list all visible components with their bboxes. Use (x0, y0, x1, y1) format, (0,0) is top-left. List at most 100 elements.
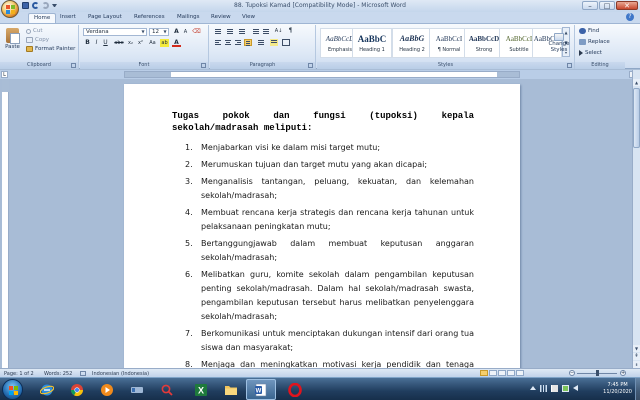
font-size-combo[interactable]: 12 ▼ (149, 28, 169, 36)
increase-indent-icon[interactable] (262, 28, 270, 35)
draft-icon[interactable] (516, 370, 524, 376)
scroll-down-icon[interactable]: ▼ (633, 345, 640, 352)
change-styles-button[interactable]: Change Styles (546, 33, 572, 53)
tab-selector-button[interactable]: L (1, 71, 8, 78)
select-button[interactable]: Select (579, 50, 602, 56)
borders-icon[interactable] (282, 39, 290, 46)
clear-formatting-icon[interactable]: ⌫ (192, 28, 201, 36)
window-controls: – □ ✕ (582, 1, 638, 10)
grow-font-button[interactable]: A (172, 28, 181, 36)
battery-icon[interactable] (562, 385, 569, 392)
shading-icon[interactable] (270, 39, 278, 46)
find-button[interactable]: Find (579, 28, 599, 34)
show-hidden-icons-icon[interactable] (530, 386, 536, 390)
font-dialog-launcher[interactable] (201, 63, 206, 68)
align-right-icon[interactable] (234, 39, 242, 46)
taskbar-media-player[interactable] (92, 379, 122, 400)
print-layout-icon[interactable] (480, 370, 488, 376)
horizontal-ruler[interactable] (124, 71, 520, 78)
tab-insert[interactable]: Insert (60, 14, 76, 20)
web-layout-icon[interactable] (498, 370, 506, 376)
taskbar-opera[interactable] (280, 379, 310, 400)
bold-button[interactable]: B (83, 39, 92, 47)
proofing-icon[interactable] (80, 371, 86, 376)
strikethrough-button[interactable]: abe (113, 39, 125, 47)
cut-button[interactable]: Cut (26, 28, 42, 34)
minimize-button[interactable]: – (582, 1, 598, 10)
copy-button[interactable]: Copy (26, 37, 49, 43)
format-painter-button[interactable]: Format Painter (26, 46, 75, 52)
bullets-icon[interactable] (214, 28, 222, 35)
multilevel-list-icon[interactable] (238, 28, 246, 35)
font-name-combo[interactable]: Verdana ▼ (83, 28, 147, 36)
vertical-ruler[interactable] (2, 79, 9, 368)
style-name: ¶ Normal (437, 47, 461, 53)
style-normal[interactable]: AaBbCcI ¶ Normal (429, 28, 469, 58)
font-color-button[interactable]: A (172, 39, 181, 47)
tab-mailings[interactable]: Mailings (177, 14, 200, 20)
show-desktop-button[interactable] (635, 378, 640, 400)
list-item: 8. Menjaga dan meningkatkan motivasi kerj… (172, 358, 474, 368)
outline-icon[interactable] (507, 370, 515, 376)
justify-icon[interactable] (244, 39, 252, 46)
next-page-icon[interactable]: ⇟ (633, 361, 640, 368)
document-heading: Tugas pokok dan fungsi (tupoksi) kepala … (172, 111, 474, 133)
previous-page-icon[interactable]: ⇞ (633, 353, 640, 360)
line-spacing-icon[interactable] (257, 39, 265, 46)
binoculars-icon (579, 28, 586, 34)
clock[interactable]: 7:45 PM 11/20/2020 (603, 382, 632, 396)
highlight-icon[interactable]: ab (160, 39, 169, 47)
numbering-icon[interactable] (226, 28, 234, 35)
taskbar-chrome[interactable] (62, 379, 92, 400)
paragraph-dialog-launcher[interactable] (308, 63, 313, 68)
scrollbar-thumb[interactable] (633, 88, 640, 148)
style-strong[interactable]: AaBbCcD Strong (464, 28, 504, 58)
shrink-font-button[interactable]: A (181, 28, 190, 36)
taskbar-explorer-bar[interactable] (122, 379, 152, 400)
styles-dialog-launcher[interactable] (567, 63, 572, 68)
align-center-icon[interactable] (224, 39, 232, 46)
underline-button[interactable]: U (101, 39, 110, 47)
clipboard-dialog-launcher[interactable] (71, 63, 76, 68)
taskbar-excel[interactable]: X (186, 379, 216, 400)
tab-references[interactable]: References (134, 14, 165, 20)
style-heading-2[interactable]: AaBbG Heading 2 (392, 28, 432, 58)
tupoksi-list: 1. Menjabarkan visi ke dalam misi target … (172, 141, 474, 368)
maximize-button[interactable]: □ (599, 1, 615, 10)
taskbar-file-explorer[interactable] (216, 379, 246, 400)
format-painter-icon (26, 46, 33, 52)
show-formatting-icon[interactable]: ¶ (286, 27, 295, 35)
align-left-icon[interactable] (214, 39, 222, 46)
superscript-button[interactable]: x² (136, 39, 145, 47)
flag-icon[interactable] (551, 385, 558, 392)
chevron-down-icon[interactable]: ▼ (162, 29, 168, 35)
replace-button[interactable]: Replace (579, 39, 610, 45)
zoom-out-button[interactable]: − (569, 370, 575, 376)
full-screen-reading-icon[interactable] (489, 370, 497, 376)
paste-button[interactable]: Paste (3, 28, 22, 58)
tab-page-layout[interactable]: Page Layout (88, 14, 122, 20)
office-button[interactable] (1, 0, 19, 18)
vertical-scrollbar[interactable]: ▲ ▼ ⇞ ⇟ (632, 70, 640, 368)
change-case-button[interactable]: Aa (147, 39, 158, 47)
start-button[interactable] (2, 379, 23, 400)
subscript-button[interactable]: x₂ (126, 39, 135, 47)
italic-button[interactable]: I (92, 39, 101, 47)
document-page[interactable]: Tugas pokok dan fungsi (tupoksi) kepala … (124, 84, 520, 368)
volume-icon[interactable] (573, 385, 578, 391)
taskbar-word[interactable]: W (246, 379, 276, 400)
zoom-in-button[interactable]: + (620, 370, 626, 376)
help-icon[interactable]: ? (626, 13, 634, 21)
zoom-slider-thumb[interactable] (596, 370, 599, 376)
close-button[interactable]: ✕ (616, 1, 638, 10)
taskbar-search[interactable] (152, 379, 182, 400)
style-heading-1[interactable]: AaBbC Heading 1 (352, 28, 392, 58)
network-icon[interactable] (540, 385, 547, 392)
tab-review[interactable]: Review (211, 14, 231, 20)
scroll-up-icon[interactable]: ▲ (633, 79, 640, 86)
decrease-indent-icon[interactable] (252, 28, 260, 35)
tab-view[interactable]: View (242, 14, 255, 20)
sort-icon[interactable]: A↓ (274, 27, 283, 35)
taskbar-internet-explorer[interactable] (32, 379, 62, 400)
chevron-down-icon[interactable]: ▼ (140, 29, 146, 35)
